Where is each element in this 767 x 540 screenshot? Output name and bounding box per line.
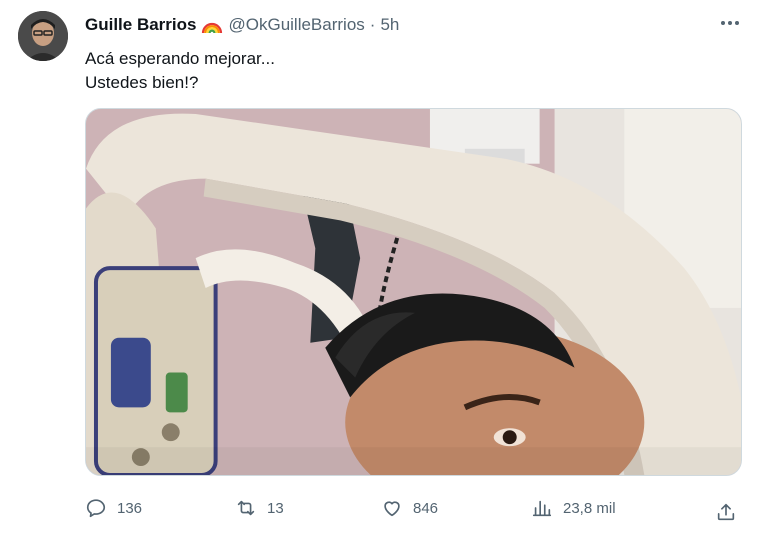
hospital-selfie-photo [86,109,741,475]
retweet-count: 13 [267,499,284,517]
heart-icon [384,501,400,517]
rainbow-icon [201,16,223,34]
avatar-image [18,11,68,61]
like-button[interactable]: 846 [381,493,438,523]
more-horizontal-icon [721,21,739,25]
reply-count: 136 [117,499,143,517]
tweet-photo[interactable] [85,108,742,476]
tweet-text: Acá esperando mejorar... Ustedes bien!? [85,47,275,95]
tweet-actions: 136 13 846 23,8 mil [85,493,745,523]
retweet-icon [237,500,255,516]
share-icon [717,503,735,521]
views-count: 23,8 mil [563,499,616,517]
views-button[interactable]: 23,8 mil [531,493,616,523]
like-count: 846 [413,499,439,517]
reply-button[interactable]: 136 [85,493,142,523]
tweet[interactable]: Guille Barrios @OkGuilleBarrios · 5h Acá… [0,0,767,540]
reply-icon [86,499,106,518]
share-button[interactable] [715,497,737,527]
tweet-header: Guille Barrios @OkGuilleBarrios · 5h [85,14,399,36]
views-icon [532,500,552,517]
tweet-time[interactable]: 5h [380,14,399,36]
author-handle[interactable]: @OkGuilleBarrios [228,14,364,36]
tweet-text-line-2: Ustedes bien!? [85,73,199,92]
avatar[interactable] [18,11,68,61]
retweet-button[interactable]: 13 [235,493,284,523]
separator-dot: · [369,15,376,34]
more-options-button[interactable] [719,12,741,40]
author-name[interactable]: Guille Barrios [85,14,196,36]
tweet-text-line-1: Acá esperando mejorar... [85,49,275,68]
